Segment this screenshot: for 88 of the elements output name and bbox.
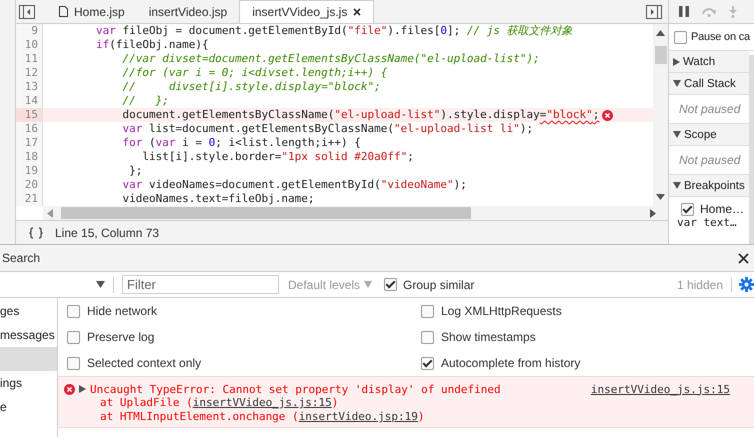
line-number: 12 <box>16 66 43 80</box>
setting-label: Show timestamps <box>441 330 536 344</box>
breakpoint-code: var text… <box>676 216 738 229</box>
file-icon <box>59 6 68 17</box>
code-line: var fileObj = document.getElementById("file").files[0]; // js 获取文件对象 <box>94 24 573 38</box>
sidebar-item[interactable]: messages <box>0 323 57 347</box>
line-number: 18 <box>16 150 43 164</box>
section-header[interactable]: Call Stack <box>669 73 749 95</box>
sidebar-item[interactable]: e <box>0 395 57 419</box>
pretty-print-icon[interactable] <box>29 226 43 238</box>
scroll-down-icon[interactable] <box>656 194 665 200</box>
scroll-right-icon[interactable] <box>650 208 656 218</box>
scrollbar-thumb[interactable] <box>61 207 471 219</box>
horizontal-scrollbar[interactable] <box>43 206 668 220</box>
line-number: 11 <box>16 52 43 66</box>
source-link[interactable]: insertVideo.jsp:19 <box>298 410 418 423</box>
checkbox[interactable] <box>421 356 434 370</box>
breakpoint-file: Home… <box>700 202 744 216</box>
source-link[interactable]: insertVVideo_js.js:15 <box>192 396 332 409</box>
file-tab[interactable]: Home.jsp <box>47 0 137 23</box>
sidebar-item[interactable]: ges <box>0 299 57 323</box>
vertical-scrollbar[interactable] <box>653 24 668 206</box>
drawer-tab[interactable]: Search <box>2 251 40 265</box>
sidebar-item[interactable]: ings <box>0 371 57 395</box>
code-line: list[i].style.border="1px solid #20a0ff"; <box>141 150 414 164</box>
line-number: 9 <box>16 24 43 38</box>
pause-on-caught-label: Pause on ca <box>691 31 750 43</box>
line-number: 14 <box>16 94 43 108</box>
checkbox[interactable] <box>67 304 80 318</box>
code-line: videoNames.text=fileObj.name; <box>121 192 315 206</box>
checkbox[interactable] <box>674 30 687 44</box>
vertical-scrollbar[interactable] <box>749 55 754 244</box>
code-line: document.getElementsByClassName("el-upload-list").style.display="block"; <box>121 108 600 122</box>
sidebar-toggle-icon[interactable] <box>646 4 662 18</box>
checkbox[interactable] <box>67 330 80 344</box>
setting-label: Hide network <box>87 304 158 318</box>
stack-frame: at HTMLInputElement.onchange (insertVideo.jsp:19) <box>64 410 730 424</box>
close-icon[interactable] <box>738 252 749 264</box>
error-text: Uncaught TypeError: Cannot set property 'display' of undefined <box>90 382 501 396</box>
line-number: 20 <box>16 178 43 192</box>
code-line: if(fileObj.name){ <box>94 38 209 52</box>
setting-label: Log XMLHttpRequests <box>441 304 562 318</box>
code-line: for (var i = 0; i<list.length;i++) { <box>121 136 361 150</box>
code-line: // }; <box>121 94 169 108</box>
checkbox[interactable] <box>384 278 398 291</box>
code-line: // divset[i].style.display="block"; <box>121 80 381 94</box>
line-number: 17 <box>16 136 43 150</box>
line-number: 16 <box>16 122 43 136</box>
code-line: var videoNames=document.getElementById("videoName"); <box>121 178 467 192</box>
code-line: }; <box>128 164 142 178</box>
close-icon[interactable] <box>353 8 362 16</box>
hidden-count: 1 hidden <box>676 278 732 292</box>
line-number: 10 <box>16 38 43 52</box>
code-line: var list=document.getElementsByClassName("el-upload-list li"); <box>121 122 534 136</box>
checkbox[interactable] <box>67 356 80 370</box>
section-header[interactable]: Scope <box>669 124 749 146</box>
dropdown-caret-icon[interactable] <box>96 281 105 288</box>
checkbox[interactable] <box>421 304 434 318</box>
caret-icon <box>364 281 372 288</box>
source-link[interactable]: insertVVideo_js.js:15 <box>590 382 730 396</box>
settings-icon[interactable] <box>739 277 754 292</box>
line-number: 21 <box>16 192 43 206</box>
error-icon <box>64 384 75 394</box>
line-number: 15 <box>16 108 43 122</box>
checkbox[interactable] <box>681 202 694 216</box>
cursor-position: Line 15, Column 73 <box>55 226 160 240</box>
code-line: //var divset=document.getElementsByClassName("el-upload-list"); <box>121 52 540 66</box>
setting-label: Selected context only <box>87 356 202 370</box>
filter-input[interactable]: Filter <box>122 275 279 294</box>
expand-arrow-icon[interactable] <box>79 385 86 393</box>
setting-label: Preserve log <box>87 330 154 344</box>
stack-frame: at UpladFile (insertVVideo_js.js:15) <box>64 396 730 410</box>
group-similar-label: Group similar <box>403 278 474 292</box>
scrollbar-thumb[interactable] <box>654 46 666 64</box>
file-tab[interactable]: insertVideo.jsp <box>136 0 240 23</box>
checkbox[interactable] <box>421 330 434 344</box>
setting-label: Autocomplete from history <box>441 356 580 370</box>
scroll-up-icon[interactable] <box>656 30 665 36</box>
line-number: 13 <box>16 80 43 94</box>
line-number: 19 <box>16 164 43 178</box>
code-line: //for (var i = 0; i<divset.length;i++) { <box>121 66 388 80</box>
error-icon <box>602 110 614 120</box>
sidebar-toggle-icon[interactable] <box>19 4 35 18</box>
section-header[interactable]: Breakpoints <box>669 175 749 197</box>
scroll-left-icon[interactable] <box>47 208 53 218</box>
file-tab[interactable]: insertVVideo_js.js <box>239 0 374 23</box>
section-header[interactable]: Watch <box>669 51 749 73</box>
pause-icon[interactable] <box>679 6 689 17</box>
